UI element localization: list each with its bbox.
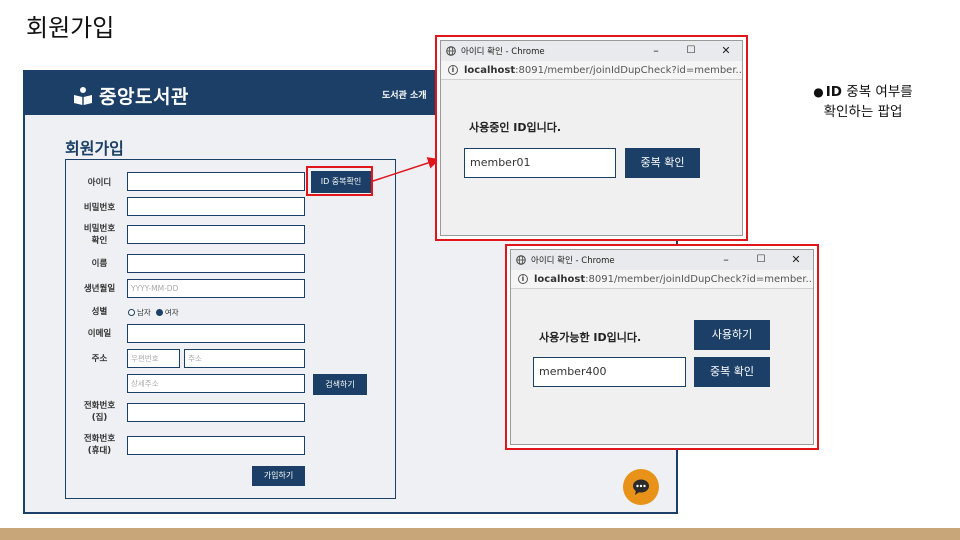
info-icon: i <box>448 65 458 75</box>
bullet-icon: ● <box>813 85 824 99</box>
logo-text: 중앙도서관 <box>99 86 189 108</box>
password-input[interactable] <box>127 197 305 216</box>
gender-female-radio[interactable] <box>155 309 163 316</box>
popup-title: 아이디 확인 - Chrome <box>531 256 615 266</box>
name-label: 이름 <box>91 259 108 269</box>
tel-mobile-label: 전화번호 (휴대) <box>72 433 127 457</box>
password-label: 비밀번호 <box>83 203 116 213</box>
tel-home-label-line2: (집) <box>91 413 108 423</box>
popup-titlebar: 아이디 확인 - Chrome – ☐ ✕ <box>441 41 742 61</box>
popup-dup-check-button[interactable]: 중복 확인 <box>625 148 700 178</box>
maximize-icon[interactable]: ☐ <box>684 44 698 57</box>
birth-label: 생년월일 <box>83 284 116 294</box>
info-icon: i <box>518 274 528 284</box>
tel-mobile-label-line2: (휴대) <box>87 446 112 456</box>
gender-male-radio[interactable] <box>128 309 135 316</box>
form-title: 회원가입 <box>65 139 124 158</box>
address-detail-input[interactable]: 상세주소 <box>127 374 305 393</box>
popup-id-available: 아이디 확인 - Chrome – ☐ ✕ i localhost:8091/m… <box>510 249 814 445</box>
chat-button[interactable] <box>623 469 659 505</box>
site-logo[interactable]: 중앙도서관 <box>73 82 189 109</box>
annotation-line1: ● ID 중복 여부를 <box>798 82 928 102</box>
address-search-button[interactable]: 검색하기 <box>313 374 367 395</box>
dup-check-highlight <box>306 166 373 196</box>
popup-titlebar: 아이디 확인 - Chrome – ☐ ✕ <box>511 250 813 270</box>
close-icon[interactable]: ✕ <box>719 44 733 57</box>
password-confirm-label-line2: 확인 <box>91 236 108 246</box>
popup-id-input[interactable]: member01 <box>464 148 616 178</box>
annotation-note: ● ID 중복 여부를 확인하는 팝업 <box>798 82 928 122</box>
id-label: 아이디 <box>87 178 112 188</box>
popup-url-rest: :8091/member/joinIdDupCheck?id=member... <box>515 64 742 76</box>
email-input[interactable] <box>127 324 305 343</box>
gender-male-label: 남자 <box>137 308 151 317</box>
tel-home-label-line1: 전화번호 <box>83 401 116 411</box>
globe-icon <box>446 46 456 56</box>
gender-label: 성별 <box>91 307 108 317</box>
password-confirm-input[interactable] <box>127 225 305 244</box>
popup-id-input[interactable]: member400 <box>533 357 686 387</box>
popup-url-host: localhost <box>464 64 516 76</box>
chat-icon <box>633 479 649 495</box>
address-input[interactable]: 주소 <box>184 349 305 368</box>
popup-address-bar[interactable]: i localhost:8091/member/joinIdDupCheck?i… <box>441 61 742 80</box>
tel-mobile-label-line1: 전화번호 <box>83 434 116 444</box>
popup-id-in-use: 아이디 확인 - Chrome – ☐ ✕ i localhost:8091/m… <box>440 40 743 236</box>
tel-home-label: 전화번호 (집) <box>72 400 127 424</box>
popup-message: 사용중인 ID입니다. <box>469 121 562 134</box>
popup-url-rest: :8091/member/joinIdDupCheck?id=member... <box>585 273 813 285</box>
address-label: 주소 <box>91 354 108 364</box>
email-label: 이메일 <box>87 329 112 339</box>
password-confirm-label-line1: 비밀번호 <box>83 224 116 234</box>
popup-address-bar[interactable]: i localhost:8091/member/joinIdDupCheck?i… <box>511 270 813 289</box>
tel-mobile-input[interactable] <box>127 436 305 455</box>
popup-id-in-use-frame: 아이디 확인 - Chrome – ☐ ✕ i localhost:8091/m… <box>435 35 748 241</box>
popup-url-host: localhost <box>534 273 586 285</box>
gender-female-label: 여자 <box>164 308 179 317</box>
annotation-bold: ID <box>825 84 842 100</box>
book-reader-icon <box>74 86 92 105</box>
annotation-line2: 확인하는 팝업 <box>823 104 903 120</box>
gender-radio-group: 남자 여자 <box>128 307 179 318</box>
globe-icon <box>516 255 526 265</box>
id-input[interactable] <box>127 172 305 191</box>
minimize-icon[interactable]: – <box>649 44 663 57</box>
popup-use-button[interactable]: 사용하기 <box>694 320 770 350</box>
popup-dup-check-button[interactable]: 중복 확인 <box>694 357 770 387</box>
popup-id-available-frame: 아이디 확인 - Chrome – ☐ ✕ i localhost:8091/m… <box>505 244 819 450</box>
tel-home-input[interactable] <box>127 403 305 422</box>
popup-message: 사용가능한 ID입니다. <box>539 331 642 344</box>
annotation-text1: 중복 여부를 <box>846 84 913 100</box>
nav-link-about[interactable]: 도서관 소개 <box>382 88 427 101</box>
password-confirm-label: 비밀번호 확인 <box>72 223 127 247</box>
minimize-icon[interactable]: – <box>719 253 733 266</box>
bottom-band <box>0 528 960 540</box>
birth-input[interactable]: YYYY-MM-DD <box>127 279 305 298</box>
close-icon[interactable]: ✕ <box>789 253 803 266</box>
slide-title: 회원가입 <box>26 14 115 42</box>
popup-title: 아이디 확인 - Chrome <box>461 47 545 57</box>
maximize-icon[interactable]: ☐ <box>754 253 768 266</box>
signup-form: 아이디 ID 중복확인 비밀번호 비밀번호 확인 이름 생년월일 YYYY-MM… <box>65 159 396 499</box>
join-button[interactable]: 가입하기 <box>252 466 305 486</box>
zipcode-input[interactable]: 우편번호 <box>127 349 180 368</box>
name-input[interactable] <box>127 254 305 273</box>
